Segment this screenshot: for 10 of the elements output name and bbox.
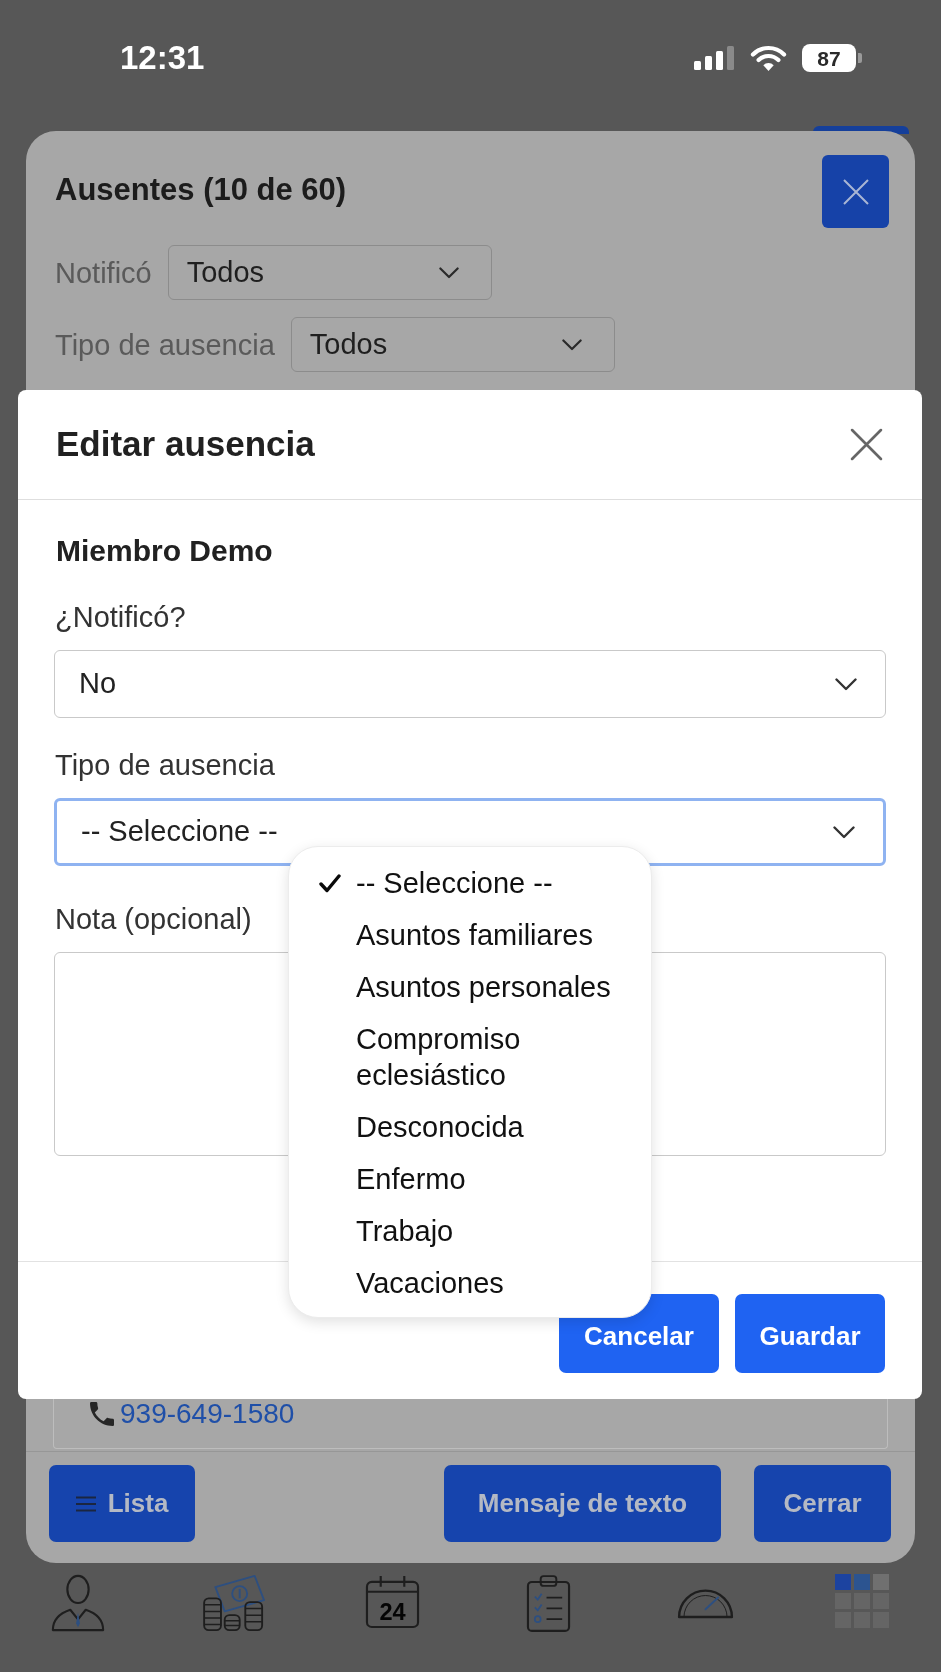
dialog-title: Editar ausencia bbox=[56, 423, 315, 466]
field-label: Tipo de ausencia bbox=[54, 750, 275, 780]
member-name: Miembro Demo bbox=[55, 536, 273, 566]
field-label: ¿Notificó? bbox=[54, 602, 186, 632]
dialog-title: Ausentes (10 de 60) bbox=[55, 171, 347, 209]
status-time: 12:31 bbox=[120, 38, 205, 78]
battery-indicator: 87 bbox=[802, 44, 862, 72]
filter-label: Tipo de ausencia bbox=[55, 327, 275, 362]
field-label: Nota (opcional) bbox=[54, 904, 252, 934]
filter-label: Notificó bbox=[55, 255, 152, 290]
